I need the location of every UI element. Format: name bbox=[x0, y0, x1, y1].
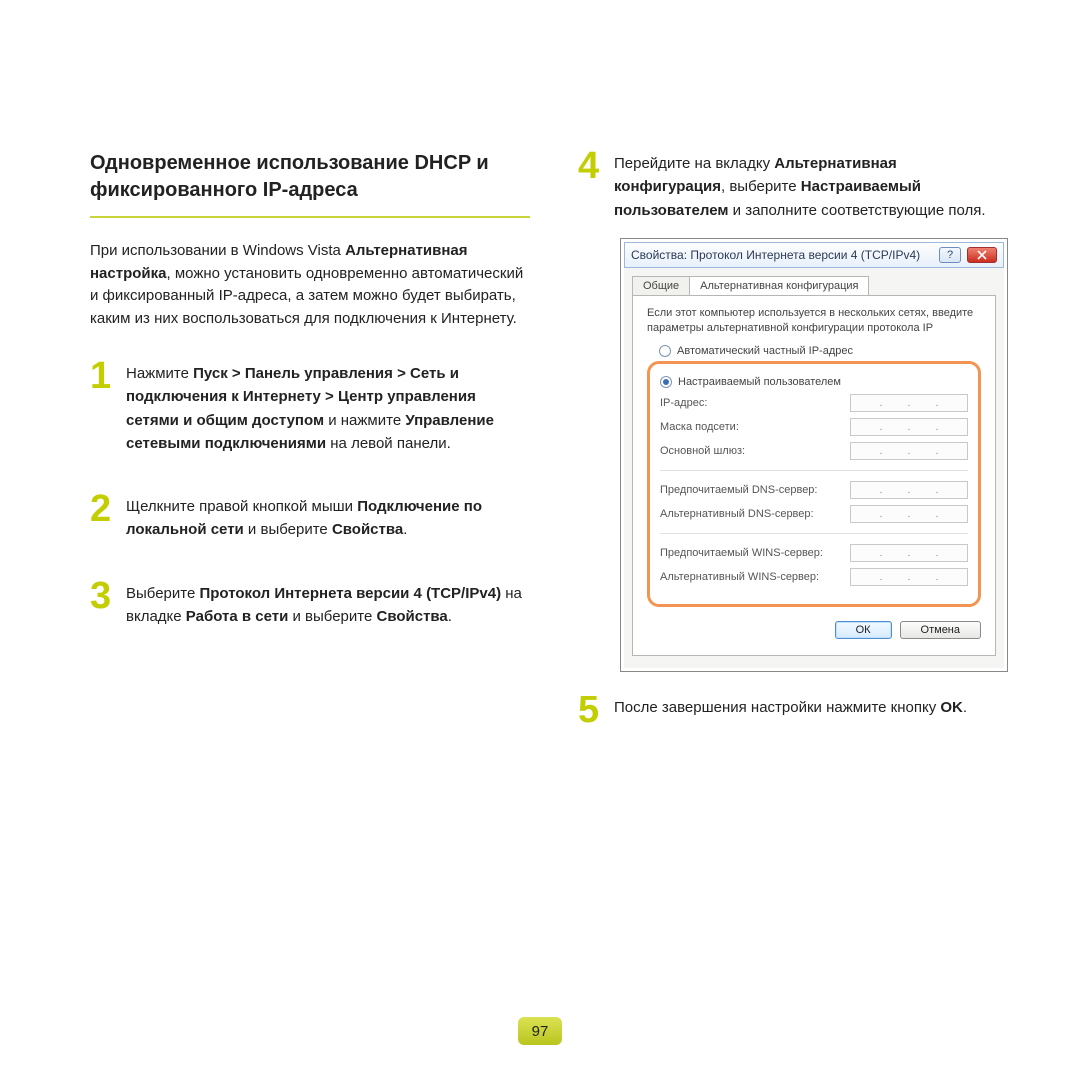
ip-input[interactable]: ... bbox=[850, 394, 968, 412]
separator bbox=[660, 470, 968, 471]
step-number: 1 bbox=[90, 360, 118, 455]
step-number: 2 bbox=[90, 493, 118, 542]
tab-alternative-config[interactable]: Альтернативная конфигурация bbox=[689, 276, 869, 295]
field-preferred-dns: Предпочитаемый DNS-сервер: ... bbox=[660, 481, 968, 499]
radio-icon bbox=[660, 376, 672, 388]
field-alternate-wins: Альтернативный WINS-сервер: ... bbox=[660, 568, 968, 586]
step-5: 5 После завершения настройки нажмите кно… bbox=[578, 694, 1008, 726]
text: Перейдите на вкладку bbox=[614, 155, 774, 172]
dialog-buttons: ОК Отмена bbox=[647, 621, 981, 639]
properties-dialog: Свойства: Протокол Интернета версии 4 (T… bbox=[620, 238, 1008, 673]
text-bold: Работа в сети bbox=[186, 608, 289, 625]
radio-user-configured[interactable]: Настраиваемый пользователем bbox=[660, 376, 968, 388]
text: и выберите bbox=[288, 608, 376, 625]
radio-label: Автоматический частный IP-адрес bbox=[677, 345, 853, 357]
text: на левой панели. bbox=[326, 435, 451, 452]
dialog-tabs: Общие Альтернативная конфигурация bbox=[632, 276, 996, 295]
intro-paragraph: При использовании в Windows Vista Альтер… bbox=[90, 240, 530, 330]
field-label: Основной шлюз: bbox=[660, 445, 745, 457]
step-text: Выберите Протокол Интернета версии 4 (TC… bbox=[126, 580, 530, 629]
step-number: 3 bbox=[90, 580, 118, 629]
text: При использовании в Windows Vista bbox=[90, 242, 345, 259]
separator bbox=[660, 533, 968, 534]
step-text: Перейдите на вкладку Альтернативная конф… bbox=[614, 150, 1008, 222]
highlighted-user-configured-section: Настраиваемый пользователем IP-адрес: ..… bbox=[647, 361, 981, 607]
field-label: Альтернативный WINS-сервер: bbox=[660, 571, 819, 583]
step-1: 1 Нажмите Пуск > Панель управления > Сет… bbox=[90, 360, 530, 455]
close-button[interactable] bbox=[967, 247, 997, 263]
ip-input[interactable]: ... bbox=[850, 418, 968, 436]
cancel-button[interactable]: Отмена bbox=[900, 621, 981, 639]
ip-input[interactable]: ... bbox=[850, 505, 968, 523]
text-bold: Свойства bbox=[332, 521, 403, 538]
field-label: Альтернативный DNS-сервер: bbox=[660, 508, 814, 520]
ok-button[interactable]: ОК bbox=[835, 621, 892, 639]
text: . bbox=[963, 699, 967, 716]
field-alternate-dns: Альтернативный DNS-сервер: ... bbox=[660, 505, 968, 523]
help-button[interactable]: ? bbox=[939, 247, 961, 263]
text-bold: OK bbox=[940, 699, 963, 716]
ip-input[interactable]: ... bbox=[850, 544, 968, 562]
step-3: 3 Выберите Протокол Интернета версии 4 (… bbox=[90, 580, 530, 629]
tab-general[interactable]: Общие bbox=[632, 276, 690, 295]
dialog-title: Свойства: Протокол Интернета версии 4 (T… bbox=[631, 248, 933, 262]
field-label: IP-адрес: bbox=[660, 397, 707, 409]
close-icon bbox=[977, 250, 987, 260]
step-4: 4 Перейдите на вкладку Альтернативная ко… bbox=[578, 150, 1008, 222]
text: После завершения настройки нажмите кнопк… bbox=[614, 699, 940, 716]
step-number: 4 bbox=[578, 150, 606, 222]
text: Щелкните правой кнопкой мыши bbox=[126, 498, 357, 515]
ip-input[interactable]: ... bbox=[850, 481, 968, 499]
text: и выберите bbox=[244, 521, 332, 538]
text: . bbox=[448, 608, 452, 625]
field-ip-address: IP-адрес: ... bbox=[660, 394, 968, 412]
dialog-title-bar: Свойства: Протокол Интернета версии 4 (T… bbox=[624, 242, 1004, 268]
page-number: 97 bbox=[518, 1017, 562, 1045]
step-text: После завершения настройки нажмите кнопк… bbox=[614, 694, 967, 726]
text: , выберите bbox=[721, 178, 801, 195]
text: Выберите bbox=[126, 585, 199, 602]
radio-label: Настраиваемый пользователем bbox=[678, 376, 841, 388]
field-preferred-wins: Предпочитаемый WINS-сервер: ... bbox=[660, 544, 968, 562]
field-subnet-mask: Маска подсети: ... bbox=[660, 418, 968, 436]
step-2: 2 Щелкните правой кнопкой мыши Подключен… bbox=[90, 493, 530, 542]
step-number: 5 bbox=[578, 694, 606, 726]
field-label: Маска подсети: bbox=[660, 421, 739, 433]
step-text: Щелкните правой кнопкой мыши Подключение… bbox=[126, 493, 530, 542]
field-label: Предпочитаемый DNS-сервер: bbox=[660, 484, 817, 496]
text: и нажмите bbox=[324, 412, 405, 429]
text: . bbox=[403, 521, 407, 538]
step-text: Нажмите Пуск > Панель управления > Сеть … bbox=[126, 360, 530, 455]
radio-icon bbox=[659, 345, 671, 357]
section-title: Одновременное использование DHCP и фикси… bbox=[90, 150, 530, 218]
text-bold: Протокол Интернета версии 4 (TCP/IPv4) bbox=[199, 585, 501, 602]
text: и заполните соответствующие поля. bbox=[728, 202, 985, 219]
ip-input[interactable]: ... bbox=[850, 568, 968, 586]
dialog-hint-text: Если этот компьютер используется в неско… bbox=[647, 306, 981, 336]
field-default-gateway: Основной шлюз: ... bbox=[660, 442, 968, 460]
text: Нажмите bbox=[126, 365, 193, 382]
ip-input[interactable]: ... bbox=[850, 442, 968, 460]
field-label: Предпочитаемый WINS-сервер: bbox=[660, 547, 823, 559]
text-bold: Свойства bbox=[376, 608, 447, 625]
tab-panel: Если этот компьютер используется в неско… bbox=[632, 295, 996, 657]
radio-auto-private-ip[interactable]: Автоматический частный IP-адрес bbox=[659, 345, 981, 357]
